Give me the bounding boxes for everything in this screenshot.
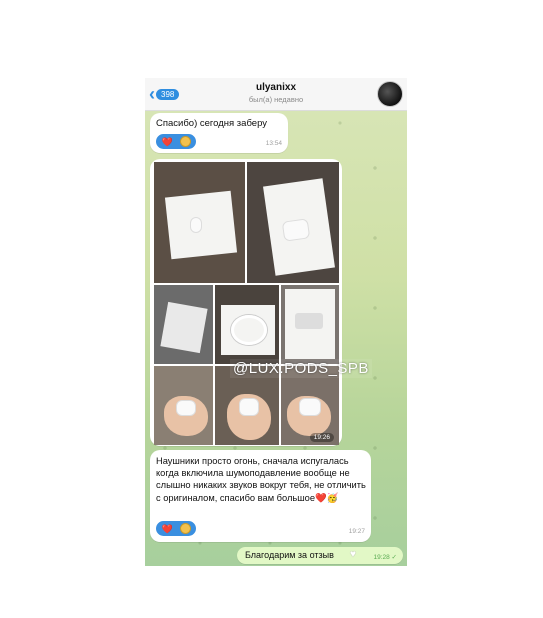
photo-box-front[interactable] [154,162,245,283]
avatar[interactable] [377,81,403,107]
emoji-face-icon [179,136,191,147]
message-time: 19:28 ✓ [373,554,397,561]
chat-title[interactable]: ulyanixx [145,82,407,93]
outgoing-message-bubble[interactable]: Благодарим за отзыв ♥ 19:28 ✓ [237,547,403,564]
message-text: Наушники просто огонь, сначала испугалас… [156,456,366,503]
heart-reaction-icon: ❤️ [161,523,173,534]
chat-screen: ‹ 398 ulyanixx был(а) недавно Спасибо) с… [145,78,407,566]
photo-box-back[interactable] [247,162,339,283]
reactions[interactable]: ❤️ [156,521,196,536]
message-time: 19:27 [348,528,365,535]
message-time: 19:26 [309,433,334,442]
chat-status: был(а) недавно [248,95,304,104]
photo-cable[interactable] [215,285,279,364]
photo-hand-case-1[interactable] [154,366,213,445]
message-text: Благодарим за отзыв [245,550,334,560]
emoji-face-icon [179,523,191,534]
message-bubble[interactable]: Спасибо) сегодня заберу ❤️ 13:54 [150,113,288,153]
white-heart-icon: ♥ [350,549,356,560]
message-text: Спасибо) сегодня заберу [156,118,267,129]
chat-header: ‹ 398 ulyanixx был(а) недавно [145,78,407,111]
heart-reaction-icon: ❤️ [161,136,173,147]
photo-ear-tips[interactable] [281,285,339,364]
message-bubble[interactable]: Наушники просто огонь, сначала испугалас… [150,450,371,542]
photo-papers[interactable] [154,285,213,364]
read-checkmarks-icon: ✓ [391,554,397,561]
photo-album[interactable]: @LUX.PODS_SPB 19:26 [150,159,372,446]
message-time: 13:54 [265,140,282,147]
reactions[interactable]: ❤️ [156,134,196,149]
watermark-text: @LUX.PODS_SPB [230,359,372,378]
